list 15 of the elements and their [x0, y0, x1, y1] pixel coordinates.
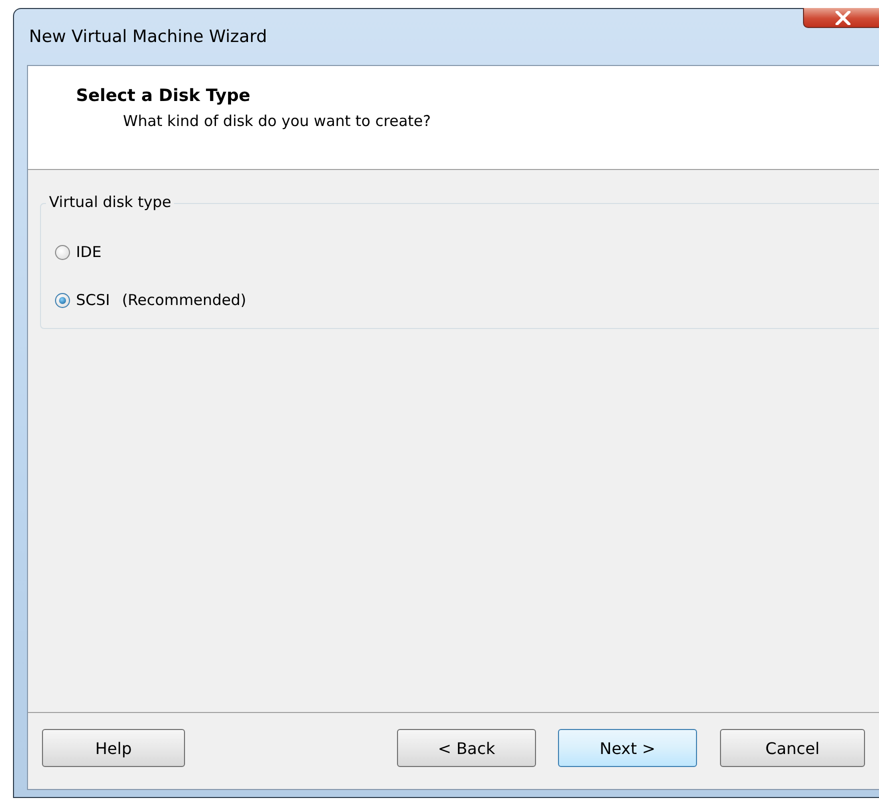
- option-label[interactable]: IDE: [76, 243, 102, 261]
- dialog-button[interactable]: Cancel: [720, 729, 865, 767]
- dialog-button[interactable]: < Back: [397, 729, 536, 767]
- option-label[interactable]: SCSI: [76, 291, 110, 309]
- dialog-button[interactable]: Help: [42, 729, 185, 767]
- group-label: Virtual disk type: [46, 193, 174, 211]
- option-note: (Recommended): [122, 291, 246, 309]
- window-title: New Virtual Machine Wizard: [29, 27, 267, 47]
- page-subtitle: What kind of disk do you want to create?: [123, 112, 432, 130]
- radio-button[interactable]: [55, 244, 70, 260]
- close-button[interactable]: [803, 8, 879, 28]
- page-heading: Select a Disk Type: [76, 86, 252, 106]
- dialog-button[interactable]: Next >: [558, 729, 697, 767]
- close-icon: [835, 10, 851, 24]
- radio-button[interactable]: [55, 292, 70, 308]
